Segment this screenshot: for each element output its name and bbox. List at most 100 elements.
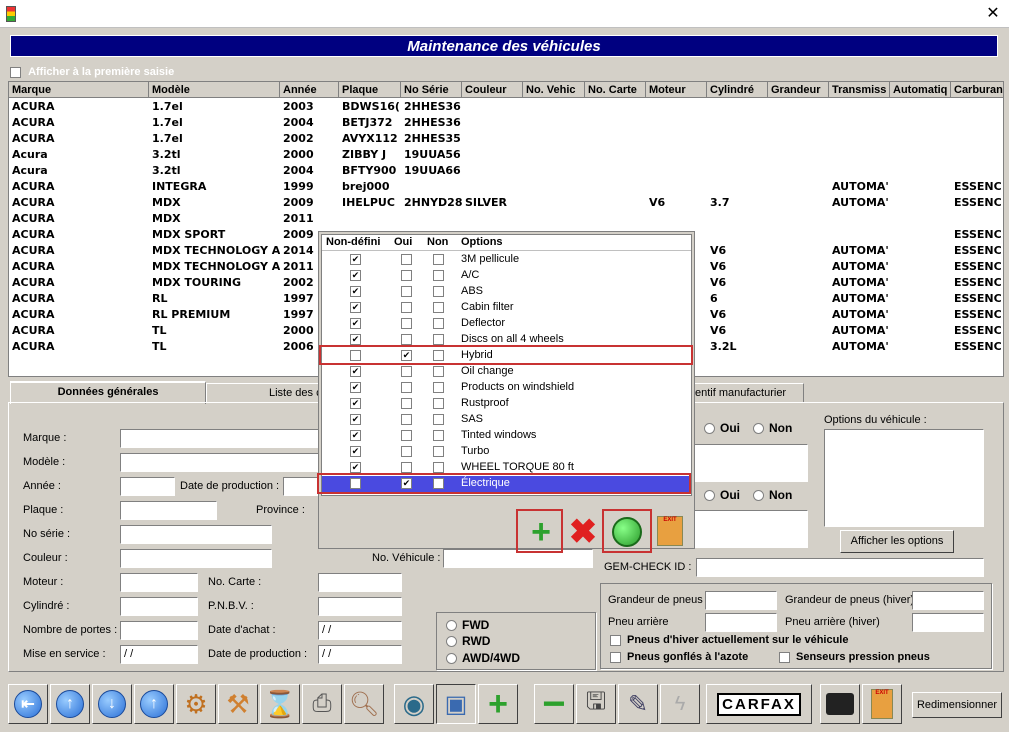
exit-door-icon[interactable]: EXIT [657, 516, 683, 546]
undefined-checkbox[interactable] [350, 366, 361, 377]
no-serie-field[interactable] [120, 525, 272, 544]
non-checkbox[interactable] [433, 430, 444, 441]
cylindre-field[interactable] [120, 597, 198, 616]
show-options-button[interactable]: Afficher les options [840, 530, 954, 553]
tires-winter-field[interactable] [912, 591, 984, 610]
option-row[interactable]: SAS [322, 412, 691, 428]
undefined-checkbox[interactable] [350, 414, 361, 425]
plaque-field[interactable] [120, 501, 217, 520]
exit-button[interactable]: EXIT [862, 684, 902, 724]
briefcase-button[interactable] [820, 684, 860, 724]
non-checkbox[interactable] [433, 366, 444, 377]
column-header[interactable]: Année [280, 82, 339, 98]
resize-button[interactable]: Redimensionner [912, 692, 1002, 718]
column-header[interactable]: Marque [9, 82, 149, 98]
non-radio-1[interactable]: Non [753, 421, 792, 435]
delete-option-button[interactable]: ✖ [565, 513, 601, 551]
undefined-checkbox[interactable] [350, 446, 361, 457]
option-row[interactable]: Cabin filter [322, 300, 691, 316]
non-checkbox[interactable] [433, 462, 444, 473]
non-checkbox[interactable] [433, 270, 444, 281]
oui-checkbox[interactable] [401, 318, 412, 329]
awd-radio[interactable]: AWD/4WD [446, 651, 520, 665]
column-header[interactable]: Carburan [951, 82, 1003, 98]
disabled-button[interactable]: ϟ [660, 684, 700, 724]
table-row[interactable]: ACURA MDX 2011 [9, 211, 1003, 227]
settings-button[interactable]: ⚙ [176, 684, 216, 724]
show-first-checkbox[interactable]: Afficher à la première saisie [10, 66, 174, 78]
oui-checkbox[interactable] [401, 414, 412, 425]
undefined-checkbox[interactable] [350, 462, 361, 473]
option-row[interactable]: Tinted windows [322, 428, 691, 444]
first-record-button[interactable]: ⇤ [8, 684, 48, 724]
option-row[interactable]: ABS [322, 284, 691, 300]
rear-tire-winter-field[interactable] [912, 613, 984, 632]
screen-button[interactable]: ▣ [436, 684, 476, 724]
options-list[interactable] [824, 429, 984, 527]
notes-field-2[interactable] [692, 510, 808, 548]
undefined-checkbox[interactable] [350, 398, 361, 409]
option-row[interactable]: Products on windshield [322, 380, 691, 396]
mise-service-field[interactable]: / / [120, 645, 198, 664]
undefined-checkbox[interactable] [350, 270, 361, 281]
column-header[interactable]: No. Vehic [523, 82, 585, 98]
non-checkbox[interactable] [433, 398, 444, 409]
column-header[interactable]: Cylindré [707, 82, 768, 98]
history-button[interactable]: ⌛ [260, 684, 300, 724]
nitrogen-checkbox[interactable]: Pneus gonflés à l'azote [610, 651, 748, 663]
undefined-checkbox[interactable] [350, 382, 361, 393]
option-row[interactable]: Rustproof [322, 396, 691, 412]
rear-tire-field[interactable] [705, 613, 777, 632]
date-prod2-field[interactable]: / / [318, 645, 402, 664]
search-button[interactable]: 🔍︎ [344, 684, 384, 724]
carfax-button[interactable]: CARFAX [706, 684, 812, 724]
undefined-checkbox[interactable] [350, 302, 361, 313]
oui-radio-2[interactable]: Oui [690, 488, 740, 502]
remove-record-button[interactable]: − [534, 684, 574, 724]
pressure-checkbox[interactable]: Senseurs pression pneus [779, 651, 930, 663]
non-checkbox[interactable] [433, 446, 444, 457]
print-button[interactable]: ⎙ [302, 684, 342, 724]
winter-on-checkbox[interactable]: Pneus d'hiver actuellement sur le véhicu… [610, 634, 848, 646]
view-button[interactable]: ◉ [394, 684, 434, 724]
last-record-button[interactable]: ↑ [134, 684, 174, 724]
option-row[interactable]: A/C [322, 268, 691, 284]
tab-manufacturer[interactable]: entif manufacturier [688, 383, 804, 403]
table-row[interactable]: ACURA 1.7el 2004 BETJ372 2HHES36 [9, 115, 1003, 131]
undefined-checkbox[interactable] [350, 318, 361, 329]
option-row[interactable]: 3M pellicule [322, 252, 691, 268]
checkbox[interactable] [10, 66, 21, 78]
oui-checkbox[interactable] [401, 430, 412, 441]
notes-field-1[interactable] [692, 444, 808, 482]
table-row[interactable]: ACURA MDX 2009 IHELPUC 2HNYD28 SILVER V6 3.7 AUT… [9, 195, 1003, 211]
oui-checkbox[interactable] [401, 398, 412, 409]
fwd-radio[interactable]: FWD [446, 618, 489, 632]
option-row[interactable]: Deflector [322, 316, 691, 332]
column-header[interactable]: Transmiss [829, 82, 890, 98]
option-row[interactable]: Turbo [322, 444, 691, 460]
portes-field[interactable] [120, 621, 198, 640]
save-button[interactable]: 🖫 [576, 684, 616, 724]
table-row[interactable]: Acura 3.2tl 2000 ZIBBY J 19UUA56 [9, 147, 1003, 163]
date-prod-field[interactable] [283, 477, 320, 496]
annee-field[interactable] [120, 477, 175, 496]
oui-checkbox[interactable] [401, 270, 412, 281]
oui-checkbox[interactable] [401, 366, 412, 377]
table-row[interactable]: Acura 3.2tl 2004 BFTY900 19UUA66 [9, 163, 1003, 179]
next-record-button[interactable]: ↓ [92, 684, 132, 724]
non-checkbox[interactable] [433, 382, 444, 393]
column-header[interactable]: No. Carte [585, 82, 646, 98]
oui-checkbox[interactable] [401, 334, 412, 345]
column-header[interactable]: No Série [401, 82, 462, 98]
undefined-checkbox[interactable] [350, 254, 361, 265]
column-header[interactable]: Couleur [462, 82, 523, 98]
column-header[interactable]: Grandeur [768, 82, 829, 98]
prev-record-button[interactable]: ↑ [50, 684, 90, 724]
undefined-checkbox[interactable] [350, 334, 361, 345]
column-header[interactable]: Plaque [339, 82, 401, 98]
non-checkbox[interactable] [433, 318, 444, 329]
no-carte-field[interactable] [318, 573, 402, 592]
oui-radio-1[interactable]: Oui [690, 421, 740, 435]
gem-check-field[interactable] [696, 558, 984, 577]
non-radio-2[interactable]: Non [753, 488, 792, 502]
